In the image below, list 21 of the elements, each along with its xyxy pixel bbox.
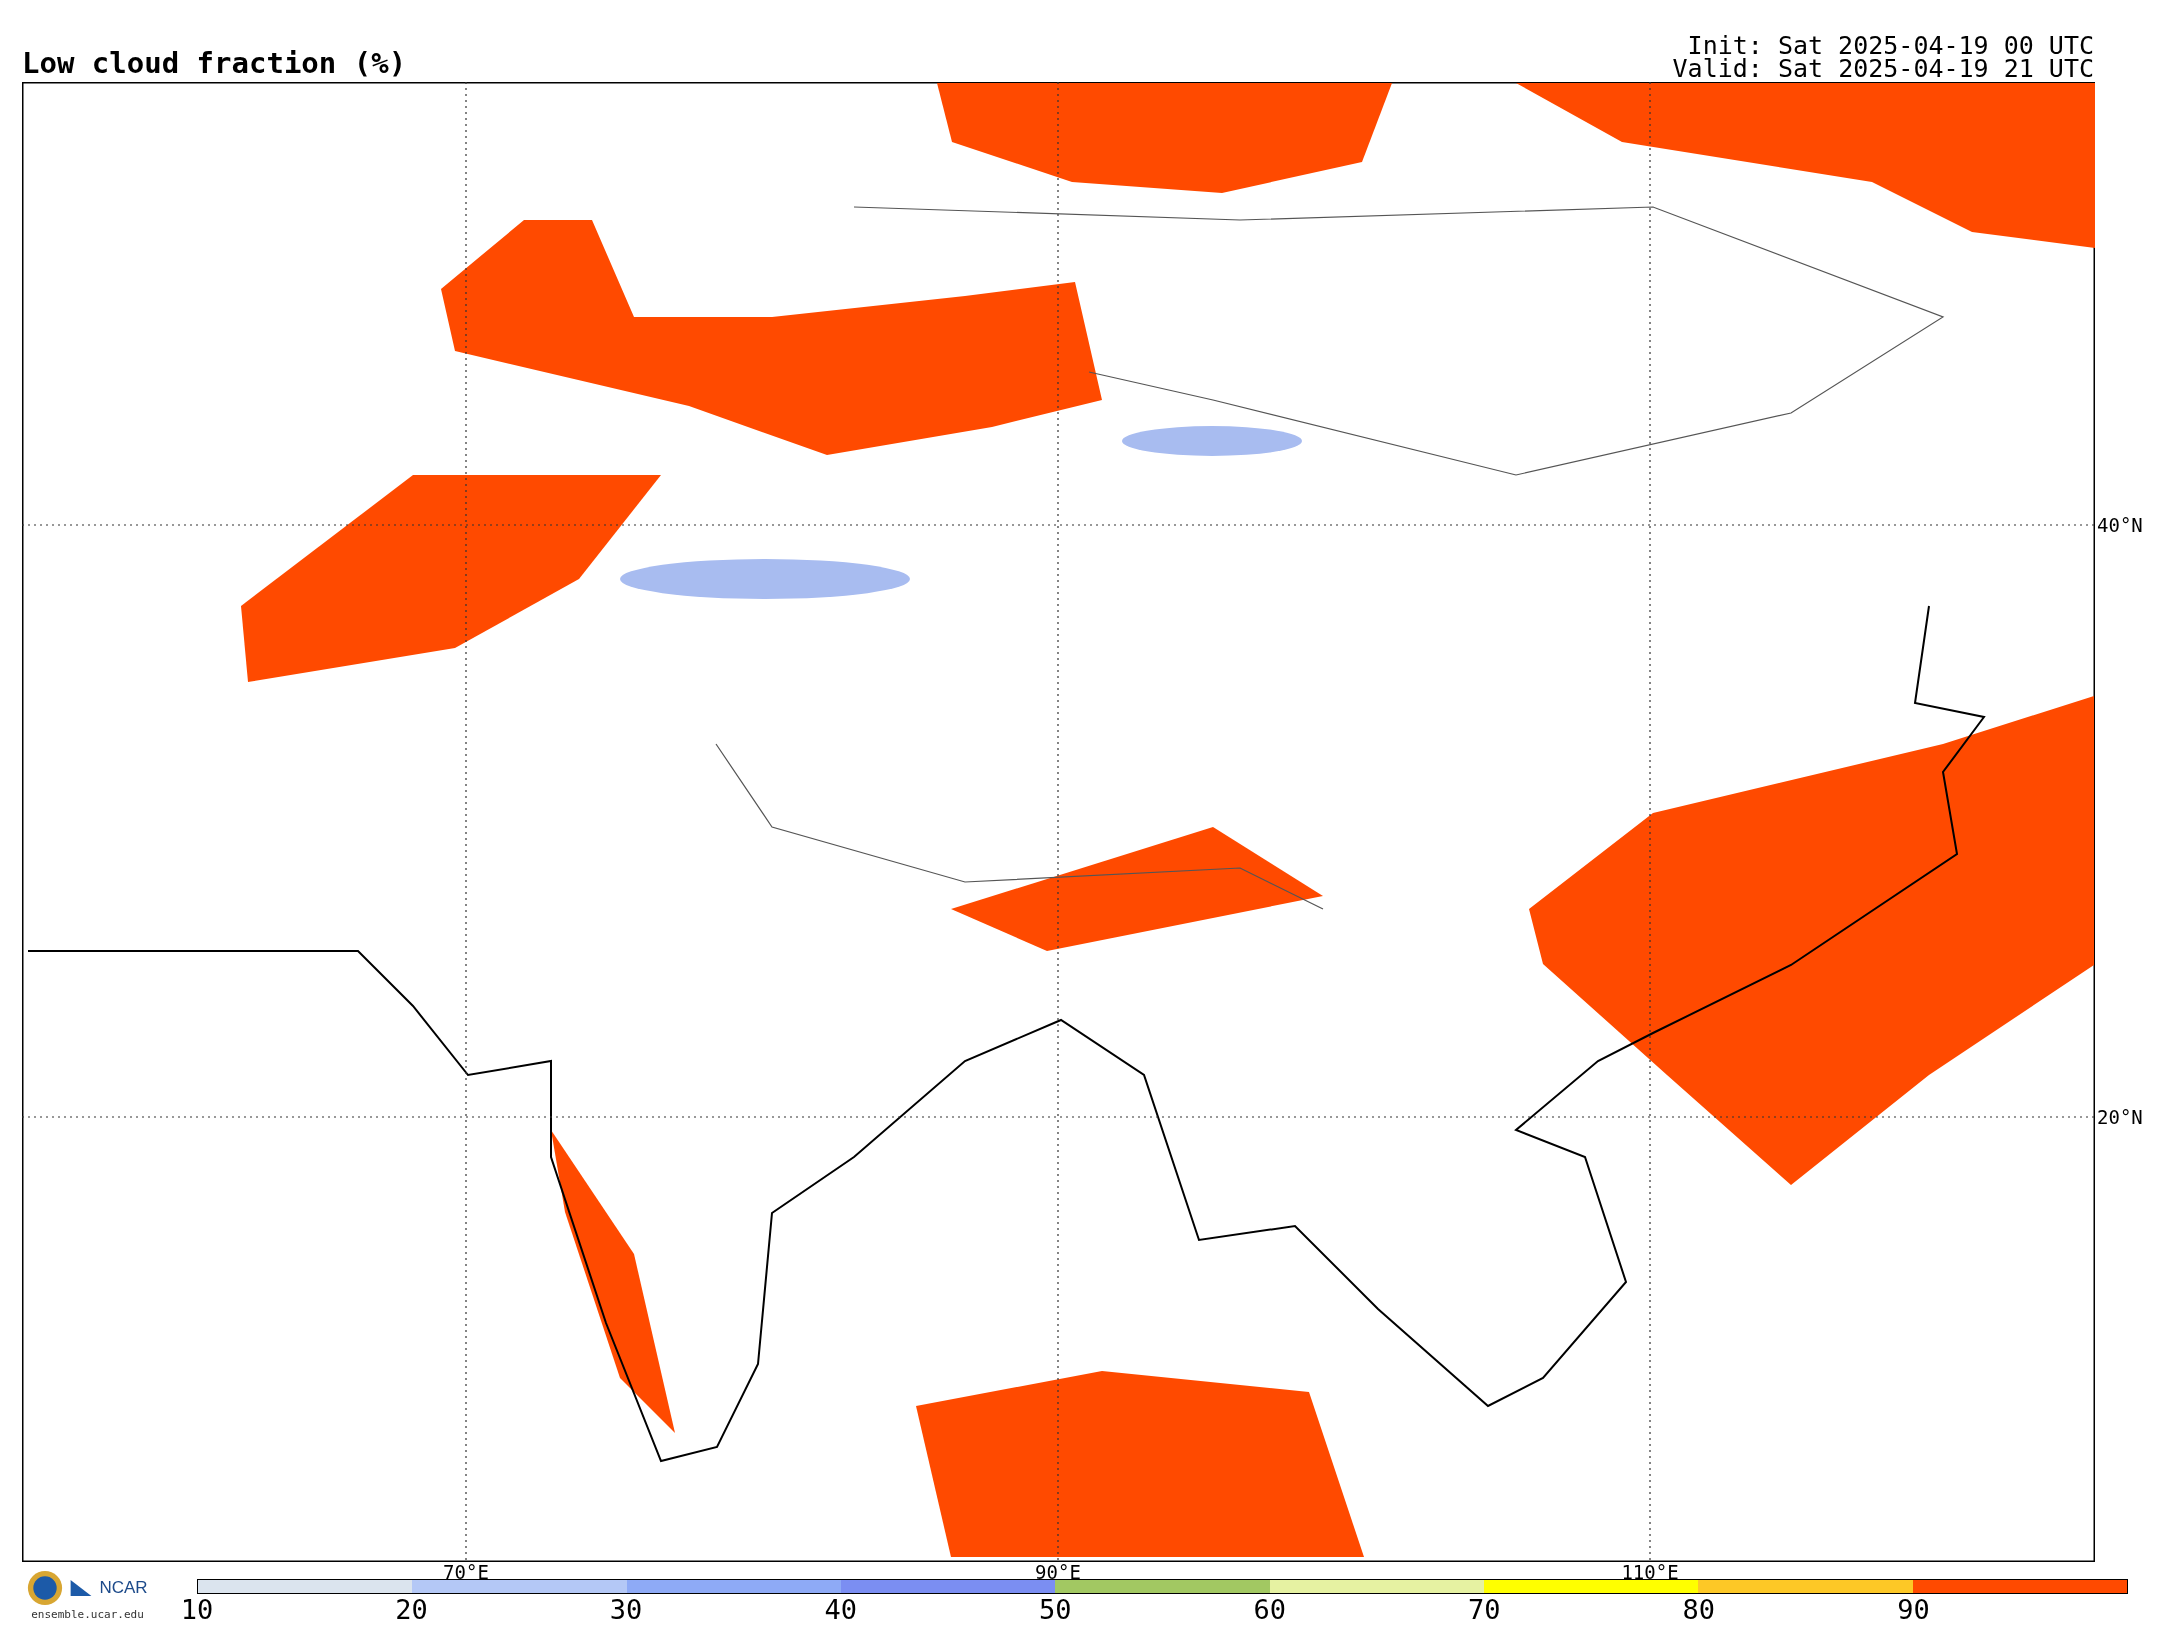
colorbar-tick-label: 60: [1253, 1594, 1286, 1626]
logo-text: NCAR: [99, 1578, 148, 1598]
colorbar-tick-label: 30: [609, 1594, 643, 1626]
chart-title: Low cloud fraction (%): [22, 46, 407, 80]
colorbar-tick-label: 50: [1038, 1594, 1072, 1626]
longitude-label: 110°E: [1621, 1562, 1679, 1582]
colorbar-tick-label: 10: [180, 1594, 214, 1626]
colorbar-tick-label: 70: [1468, 1594, 1501, 1626]
seal-logo-icon: [27, 1570, 64, 1606]
longitude-label: 70°E: [443, 1562, 489, 1582]
colorbar-tick-label: 80: [1682, 1594, 1716, 1626]
ncar-logo-icon: [69, 1578, 94, 1598]
latitude-label: 20°N: [2097, 1105, 2143, 1129]
longitude-label: 90°E: [1035, 1562, 1081, 1582]
colorbar-tick-label: 40: [824, 1594, 857, 1626]
website-url: ensemble.ucar.edu: [31, 1608, 144, 1621]
latitude-label: 40°N: [2097, 513, 2143, 537]
colorbar-tick-label: 20: [395, 1594, 428, 1626]
init-time: Init: Sat 2025-04-19 00 UTC: [1687, 34, 2094, 57]
valid-time: Valid: Sat 2025-04-19 21 UTC: [1672, 57, 2094, 80]
colorbar-tick-label: 90: [1897, 1594, 1930, 1626]
